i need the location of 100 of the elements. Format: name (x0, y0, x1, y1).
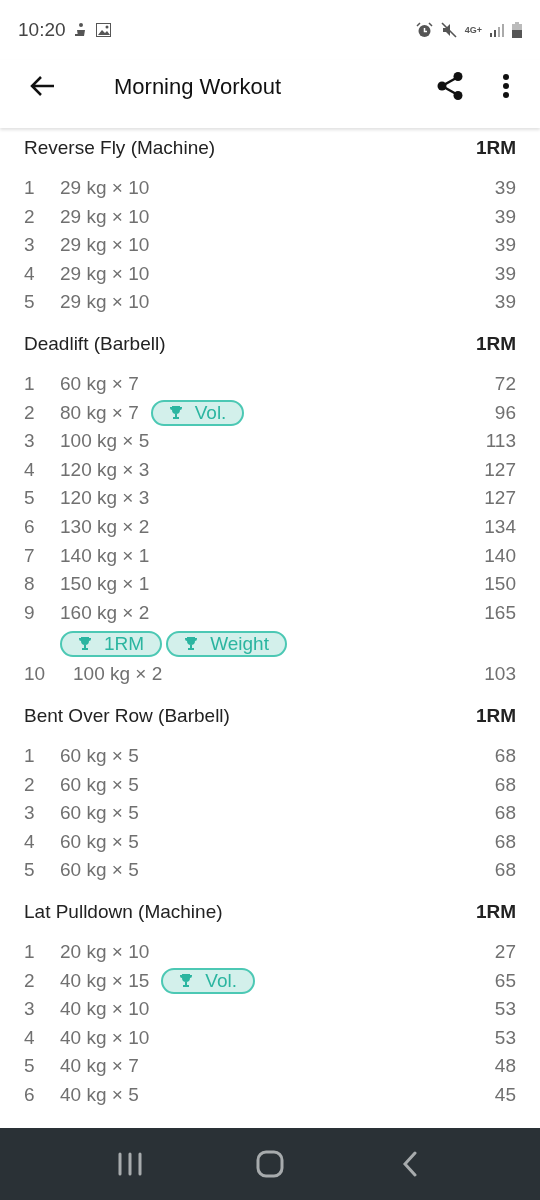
set-performance: 140 kg × 1 (60, 543, 150, 568)
set-number: 10 (24, 662, 47, 687)
exercise-name: Lat Pulldown (Machine) (24, 899, 223, 924)
set-number: 5 (24, 1054, 36, 1079)
set-performance: 40 kg × 7 (60, 1054, 139, 1079)
set-number: 3 (24, 429, 36, 454)
one-rm-value: 140 (484, 543, 516, 568)
record-badge: Vol. (150, 399, 245, 426)
one-rm-value: 165 (484, 600, 516, 625)
one-rm-value: 53 (494, 1025, 516, 1050)
set-number: 3 (24, 997, 36, 1022)
set-number: 4 (24, 457, 36, 482)
home-button[interactable] (255, 1149, 285, 1179)
set-number: 1 (24, 176, 36, 201)
one-rm-value: 39 (494, 204, 516, 229)
set-performance: 100 kg × 2 (73, 662, 163, 687)
trophy-icon (184, 636, 199, 652)
set-number: 2 (24, 772, 36, 797)
one-rm-value: 150 (484, 572, 516, 597)
set-number: 4 (24, 1025, 36, 1050)
set-number: 3 (24, 801, 36, 826)
set-number: 4 (24, 261, 36, 286)
one-rm-value: 39 (494, 261, 516, 286)
set-performance: 60 kg × 5 (60, 743, 139, 768)
one-rm-value: 39 (494, 176, 516, 201)
one-rm-value: 65 (494, 968, 516, 993)
column-header: 1RM (475, 135, 516, 160)
set-number: 2 (24, 400, 36, 425)
recent-apps-icon (117, 1152, 143, 1176)
set-performance: 20 kg × 10 (60, 939, 150, 964)
set-number: 6 (24, 515, 36, 539)
exercise-name: Bent Over Row (Barbell) (24, 703, 230, 728)
one-rm-value: 68 (494, 829, 516, 854)
back-arrow-icon (29, 75, 55, 97)
column-header: 1RM (475, 331, 516, 356)
set-performance: 60 kg × 5 (60, 801, 139, 826)
set-performance: 60 kg × 5 (60, 829, 139, 854)
set-number: 2 (24, 968, 36, 993)
trophy-icon (168, 405, 183, 421)
set-performance: 60 kg × 7 (60, 372, 139, 396)
exercise-name: Reverse Fly (Machine) (24, 135, 216, 160)
one-rm-value: 96 (494, 400, 516, 425)
set-number: 3 (24, 233, 36, 258)
set-number: 5 (24, 290, 36, 315)
record-badge: Weight (166, 630, 287, 657)
mute-icon (440, 22, 457, 38)
one-rm-value: 45 (494, 1082, 516, 1107)
more-options-button[interactable] (500, 71, 512, 101)
alarm-icon (415, 22, 433, 38)
status-time: 10:20 (18, 17, 66, 42)
notification-icon (73, 22, 88, 38)
trophy-icon (78, 636, 92, 652)
one-rm-value: 68 (494, 772, 516, 797)
set-performance: 40 kg × 15 (60, 968, 150, 993)
one-rm-value: 68 (494, 858, 516, 883)
set-performance: 160 kg × 2 (60, 600, 150, 625)
set-number: 8 (24, 572, 36, 597)
one-rm-value: 53 (494, 997, 516, 1022)
set-number: 2 (24, 204, 36, 229)
exercise-name: Deadlift (Barbell) (24, 331, 166, 356)
set-number: 5 (24, 858, 36, 883)
column-header: 1RM (475, 703, 516, 728)
home-icon (256, 1150, 284, 1178)
set-performance: 80 kg × 7 (60, 400, 139, 425)
set-number: 6 (24, 1082, 36, 1107)
one-rm-value: 48 (494, 1054, 516, 1079)
set-performance: 29 kg × 10 (60, 204, 150, 229)
set-performance: 40 kg × 5 (60, 1082, 139, 1107)
set-performance: 40 kg × 10 (60, 1025, 150, 1050)
signal-icon (490, 23, 504, 37)
one-rm-value: 127 (484, 457, 516, 482)
set-number: 7 (24, 543, 36, 568)
one-rm-value: 68 (494, 743, 516, 768)
one-rm-value: 27 (494, 939, 516, 964)
one-rm-value: 68 (494, 801, 516, 826)
set-number: 4 (24, 829, 36, 854)
network-label: 4G+ (464, 25, 482, 35)
set-performance: 60 kg × 5 (60, 772, 139, 797)
one-rm-value: 127 (484, 486, 516, 511)
record-badge: 1RM (60, 630, 163, 657)
set-number: 1 (24, 372, 36, 396)
one-rm-value: 39 (494, 290, 516, 315)
one-rm-value: 134 (484, 515, 516, 539)
set-number: 1 (24, 939, 36, 964)
set-performance: 29 kg × 10 (60, 261, 150, 286)
set-performance: 40 kg × 10 (60, 997, 150, 1022)
set-performance: 100 kg × 5 (60, 429, 150, 454)
back-chevron-icon (402, 1151, 418, 1177)
screen-title: Morning Workout (114, 72, 282, 101)
more-options-icon (502, 73, 510, 99)
one-rm-value: 72 (494, 372, 516, 396)
one-rm-value: 113 (485, 429, 516, 454)
set-performance: 130 kg × 2 (60, 515, 150, 539)
set-performance: 150 kg × 1 (60, 572, 150, 597)
set-number: 9 (24, 600, 36, 625)
image-icon (95, 23, 111, 37)
column-header: 1RM (475, 899, 516, 924)
set-performance: 29 kg × 10 (60, 176, 150, 201)
record-badge: Vol. (161, 967, 255, 994)
set-number: 1 (24, 743, 36, 768)
